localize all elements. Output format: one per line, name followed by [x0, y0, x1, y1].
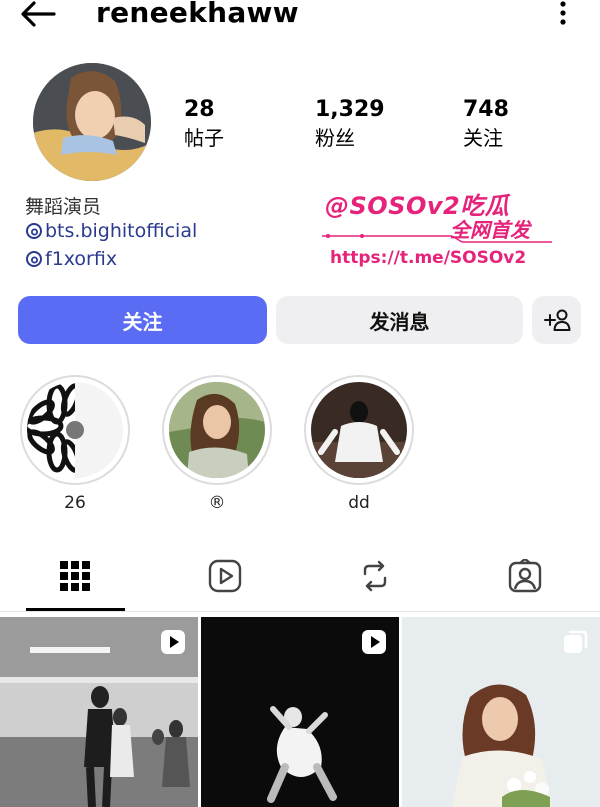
highlight-3-image [311, 382, 407, 478]
grid-icon [60, 561, 90, 591]
stat-followers-label: 粉丝 [315, 126, 355, 150]
back-button[interactable] [18, 0, 58, 28]
bio-link-1-text: bts.bighitofficial [45, 220, 198, 242]
tab-reposts[interactable] [355, 556, 395, 596]
highlight-2-label: ® [208, 493, 226, 513]
highlight-1-label: 26 [64, 493, 86, 513]
message-button[interactable]: 发消息 [276, 296, 523, 344]
threads-icon [26, 223, 42, 239]
tab-reels[interactable] [205, 556, 245, 596]
highlight-3-label: dd [348, 493, 370, 513]
tab-divider [0, 611, 600, 612]
watermark-decoration [322, 234, 552, 243]
more-vertical-icon [560, 1, 566, 25]
profile-avatar[interactable] [33, 63, 151, 181]
threads-icon [26, 251, 42, 267]
watermark-line-3: https://t.me/SOSOv2 [330, 248, 527, 268]
highlight-ring [162, 375, 272, 485]
repost-icon [363, 560, 387, 592]
highlight-1[interactable]: 26 [20, 375, 130, 513]
highlight-ring [304, 375, 414, 485]
tab-tagged[interactable] [505, 556, 545, 596]
bio-category: 舞蹈演员 [25, 196, 102, 218]
stat-posts[interactable]: 28 帖子 [184, 96, 224, 152]
post-thumbnail-1[interactable] [0, 617, 198, 807]
stat-posts-value: 28 [184, 97, 215, 122]
highlight-3[interactable]: dd [304, 375, 414, 513]
follow-button[interactable]: 关注 [18, 296, 267, 344]
stat-following-value: 748 [463, 97, 509, 122]
reels-icon [208, 559, 242, 593]
add-user-button[interactable] [532, 296, 581, 344]
tab-grid[interactable] [55, 556, 95, 596]
bio-link-2[interactable]: f1xorfix [25, 248, 117, 270]
profile-username: reneekhaww [96, 0, 299, 29]
highlight-ring [20, 375, 130, 485]
carousel-badge-icon [564, 630, 588, 653]
highlight-2[interactable]: ® [162, 375, 272, 513]
bio-link-1[interactable]: bts.bighitofficial [25, 220, 197, 242]
stat-following[interactable]: 748 关注 [463, 96, 509, 152]
post-thumbnail-2[interactable] [201, 617, 399, 807]
stat-followers[interactable]: 1,329 粉丝 [315, 96, 385, 152]
stat-followers-value: 1,329 [315, 97, 385, 122]
highlight-2-image [169, 382, 265, 478]
arrow-left-icon [21, 1, 56, 27]
post-thumbnail-3[interactable] [402, 617, 600, 807]
reel-badge-icon [362, 630, 386, 654]
stat-posts-label: 帖子 [184, 126, 224, 150]
highlight-1-image [27, 382, 123, 478]
stat-following-label: 关注 [463, 126, 503, 150]
person-add-icon [543, 309, 570, 331]
tagged-person-icon [508, 559, 542, 593]
more-options-button[interactable] [554, 0, 572, 28]
reel-badge-icon [161, 630, 185, 654]
bio-link-2-text: f1xorfix [45, 248, 118, 270]
